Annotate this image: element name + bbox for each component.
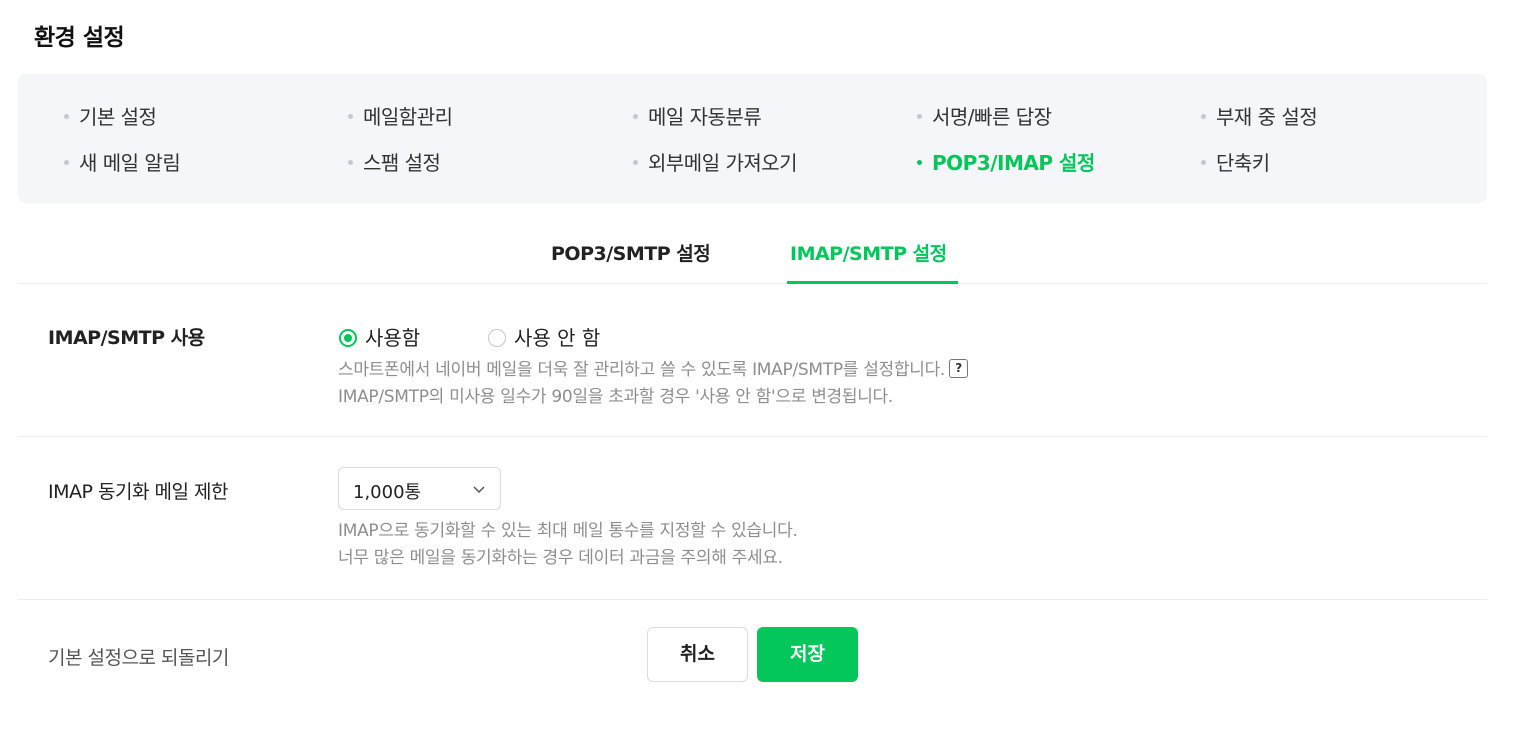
footer-divider <box>18 599 1487 600</box>
bullet-icon <box>1201 160 1206 165</box>
bullet-icon <box>64 114 69 119</box>
menu-item-basic-settings[interactable]: 기본 설정 <box>64 101 157 130</box>
active-tab-indicator <box>787 281 958 284</box>
menu-item-label: 외부메일 가져오기 <box>648 151 798 175</box>
bullet-icon <box>633 160 638 165</box>
sync-limit-description: IMAP으로 동기화할 수 있는 최대 메일 통수를 지정할 수 있습니다. 너… <box>338 518 798 572</box>
radio-not-use-label: 사용 안 함 <box>514 326 601 350</box>
menu-item-label: 기본 설정 <box>79 105 157 129</box>
tab-divider <box>18 283 1487 284</box>
bullet-icon <box>917 160 922 165</box>
page-title: 환경 설정 <box>34 25 125 51</box>
radio-checked-icon <box>339 328 357 347</box>
imap-usage-desc-line1: 스마트폰에서 네이버 메일을 더욱 잘 관리하고 쓸 수 있도록 IMAP/SM… <box>338 360 946 380</box>
menu-item-label: 서명/빠른 답장 <box>932 105 1052 129</box>
menu-item-label: 부재 중 설정 <box>1216 105 1318 129</box>
radio-unchecked-icon <box>488 328 506 347</box>
menu-item-shortcuts[interactable]: 단축키 <box>1201 147 1270 176</box>
radio-use-label: 사용함 <box>365 326 421 350</box>
menu-item-label: 메일 자동분류 <box>648 105 762 129</box>
menu-item-pop3-imap[interactable]: POP3/IMAP 설정 <box>917 147 1095 176</box>
cancel-button[interactable]: 취소 <box>647 627 748 682</box>
reset-defaults-link[interactable]: 기본 설정으로 되돌리기 <box>48 643 229 670</box>
radio-not-use[interactable]: 사용 안 함 <box>488 322 600 351</box>
sync-limit-label: IMAP 동기화 메일 제한 <box>48 481 228 503</box>
bullet-icon <box>1201 114 1206 119</box>
help-icon[interactable]: ? <box>949 358 969 378</box>
menu-item-label: 새 메일 알림 <box>79 151 181 175</box>
menu-item-absence[interactable]: 부재 중 설정 <box>1201 101 1318 130</box>
menu-item-label: 단축키 <box>1216 151 1270 175</box>
section-divider <box>18 436 1487 437</box>
bullet-icon <box>64 160 69 165</box>
save-button[interactable]: 저장 <box>757 627 858 682</box>
menu-item-auto-classify[interactable]: 메일 자동분류 <box>633 101 762 130</box>
menu-item-label: 메일함관리 <box>363 105 453 129</box>
tab-imap-smtp[interactable]: IMAP/SMTP 설정 <box>790 239 947 266</box>
bullet-icon <box>348 160 353 165</box>
menu-item-new-mail-alert[interactable]: 새 메일 알림 <box>64 147 181 176</box>
sync-limit-desc-line2: 너무 많은 메일을 동기화하는 경우 데이터 과금을 주의해 주세요. <box>338 548 783 568</box>
menu-item-label: 스팸 설정 <box>363 151 441 175</box>
sync-limit-select[interactable]: 1,000통 <box>338 467 501 510</box>
tab-pop3-smtp[interactable]: POP3/SMTP 설정 <box>551 239 711 266</box>
menu-item-mailbox-management[interactable]: 메일함관리 <box>348 101 453 130</box>
bullet-icon <box>633 114 638 119</box>
menu-item-spam[interactable]: 스팸 설정 <box>348 147 441 176</box>
settings-menu <box>18 74 1487 203</box>
menu-item-signature[interactable]: 서명/빠른 답장 <box>917 101 1052 130</box>
sync-limit-value: 1,000통 <box>353 482 422 503</box>
bullet-icon <box>348 114 353 119</box>
bullet-icon <box>917 114 922 119</box>
chevron-down-icon <box>473 486 485 494</box>
imap-usage-label: IMAP/SMTP 사용 <box>48 327 205 349</box>
menu-item-label: POP3/IMAP 설정 <box>932 151 1095 175</box>
imap-usage-description: 스마트폰에서 네이버 메일을 더욱 잘 관리하고 쓸 수 있도록 IMAP/SM… <box>338 357 969 411</box>
sync-limit-desc-line1: IMAP으로 동기화할 수 있는 최대 메일 통수를 지정할 수 있습니다. <box>338 521 798 541</box>
radio-use[interactable]: 사용함 <box>339 322 420 351</box>
menu-item-external-mail[interactable]: 외부메일 가져오기 <box>633 147 798 176</box>
imap-usage-desc-line2: IMAP/SMTP의 미사용 일수가 90일을 초과할 경우 '사용 안 함'으… <box>338 387 894 407</box>
